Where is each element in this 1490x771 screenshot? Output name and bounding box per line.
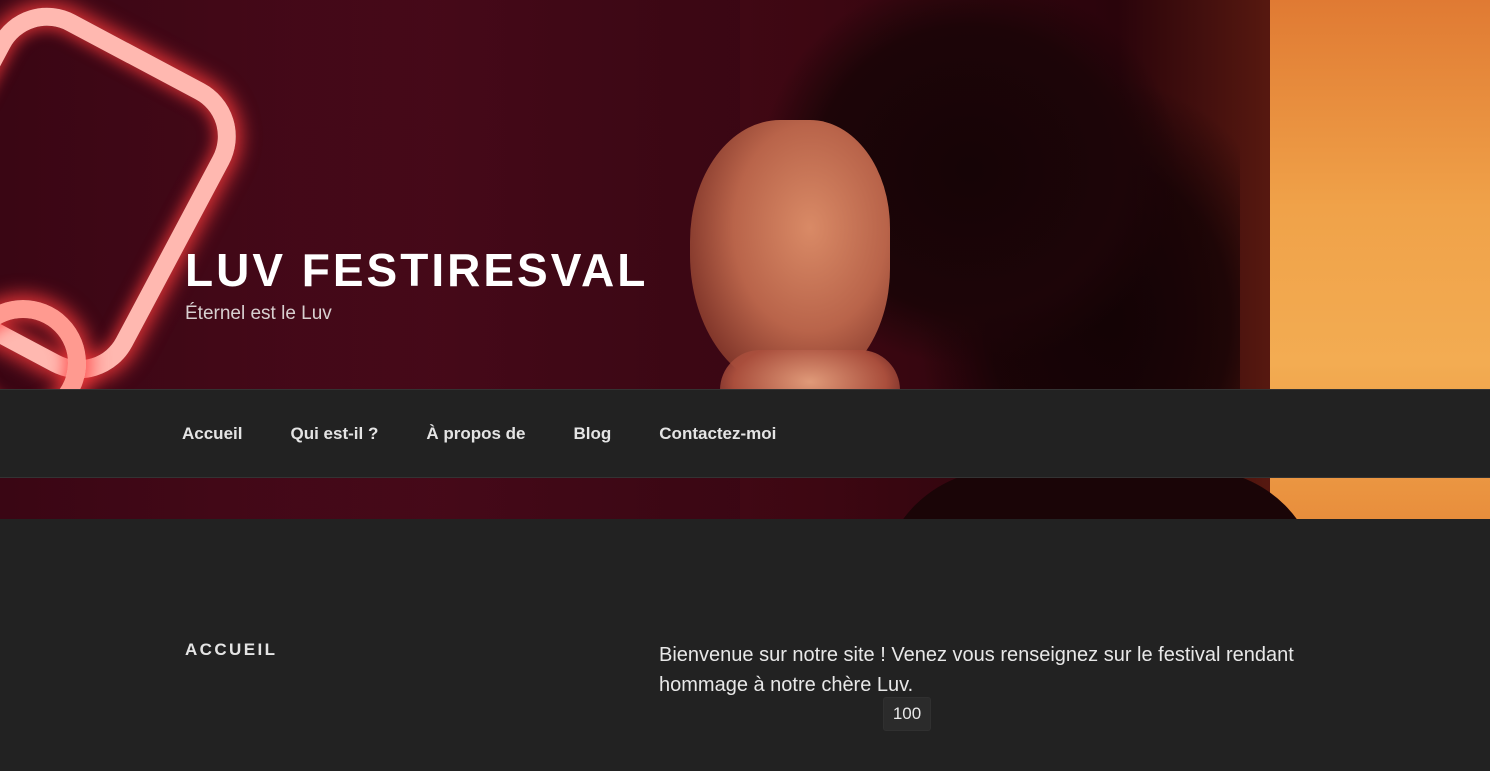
site-tagline: Éternel est le Luv xyxy=(185,303,332,324)
main-content: ACCUEIL Bienvenue sur notre site ! Venez… xyxy=(0,519,1490,771)
counter-badge: 100 xyxy=(883,697,931,731)
nav-link-qui-est-il[interactable]: Qui est-il ? xyxy=(290,424,378,443)
nav-item-contact: Contactez-moi xyxy=(635,424,800,444)
page: LUV FESTIRESVAL Éternel est le Luv Accue… xyxy=(0,0,1490,771)
nav-item-qui-est-il: Qui est-il ? xyxy=(266,424,402,444)
nav-link-accueil[interactable]: Accueil xyxy=(182,424,242,443)
nav-item-accueil: Accueil xyxy=(158,424,266,444)
nav-item-blog: Blog xyxy=(550,424,636,444)
main-navigation: Accueil Qui est-il ? À propos de Blog Co… xyxy=(0,389,1490,478)
nav-link-blog[interactable]: Blog xyxy=(574,424,612,443)
site-title[interactable]: LUV FESTIRESVAL xyxy=(185,242,648,298)
site-branding: LUV FESTIRESVAL Éternel est le Luv xyxy=(185,242,648,328)
nav-link-a-propos[interactable]: À propos de xyxy=(426,424,525,443)
nav-link-contact[interactable]: Contactez-moi xyxy=(659,424,776,443)
welcome-paragraph: Bienvenue sur notre site ! Venez vous re… xyxy=(659,644,1294,696)
page-title: ACCUEIL xyxy=(185,640,278,659)
nav-menu: Accueil Qui est-il ? À propos de Blog Co… xyxy=(158,390,800,477)
entry-content: Bienvenue sur notre site ! Venez vous re… xyxy=(659,640,1339,700)
nav-item-a-propos: À propos de xyxy=(402,424,549,444)
